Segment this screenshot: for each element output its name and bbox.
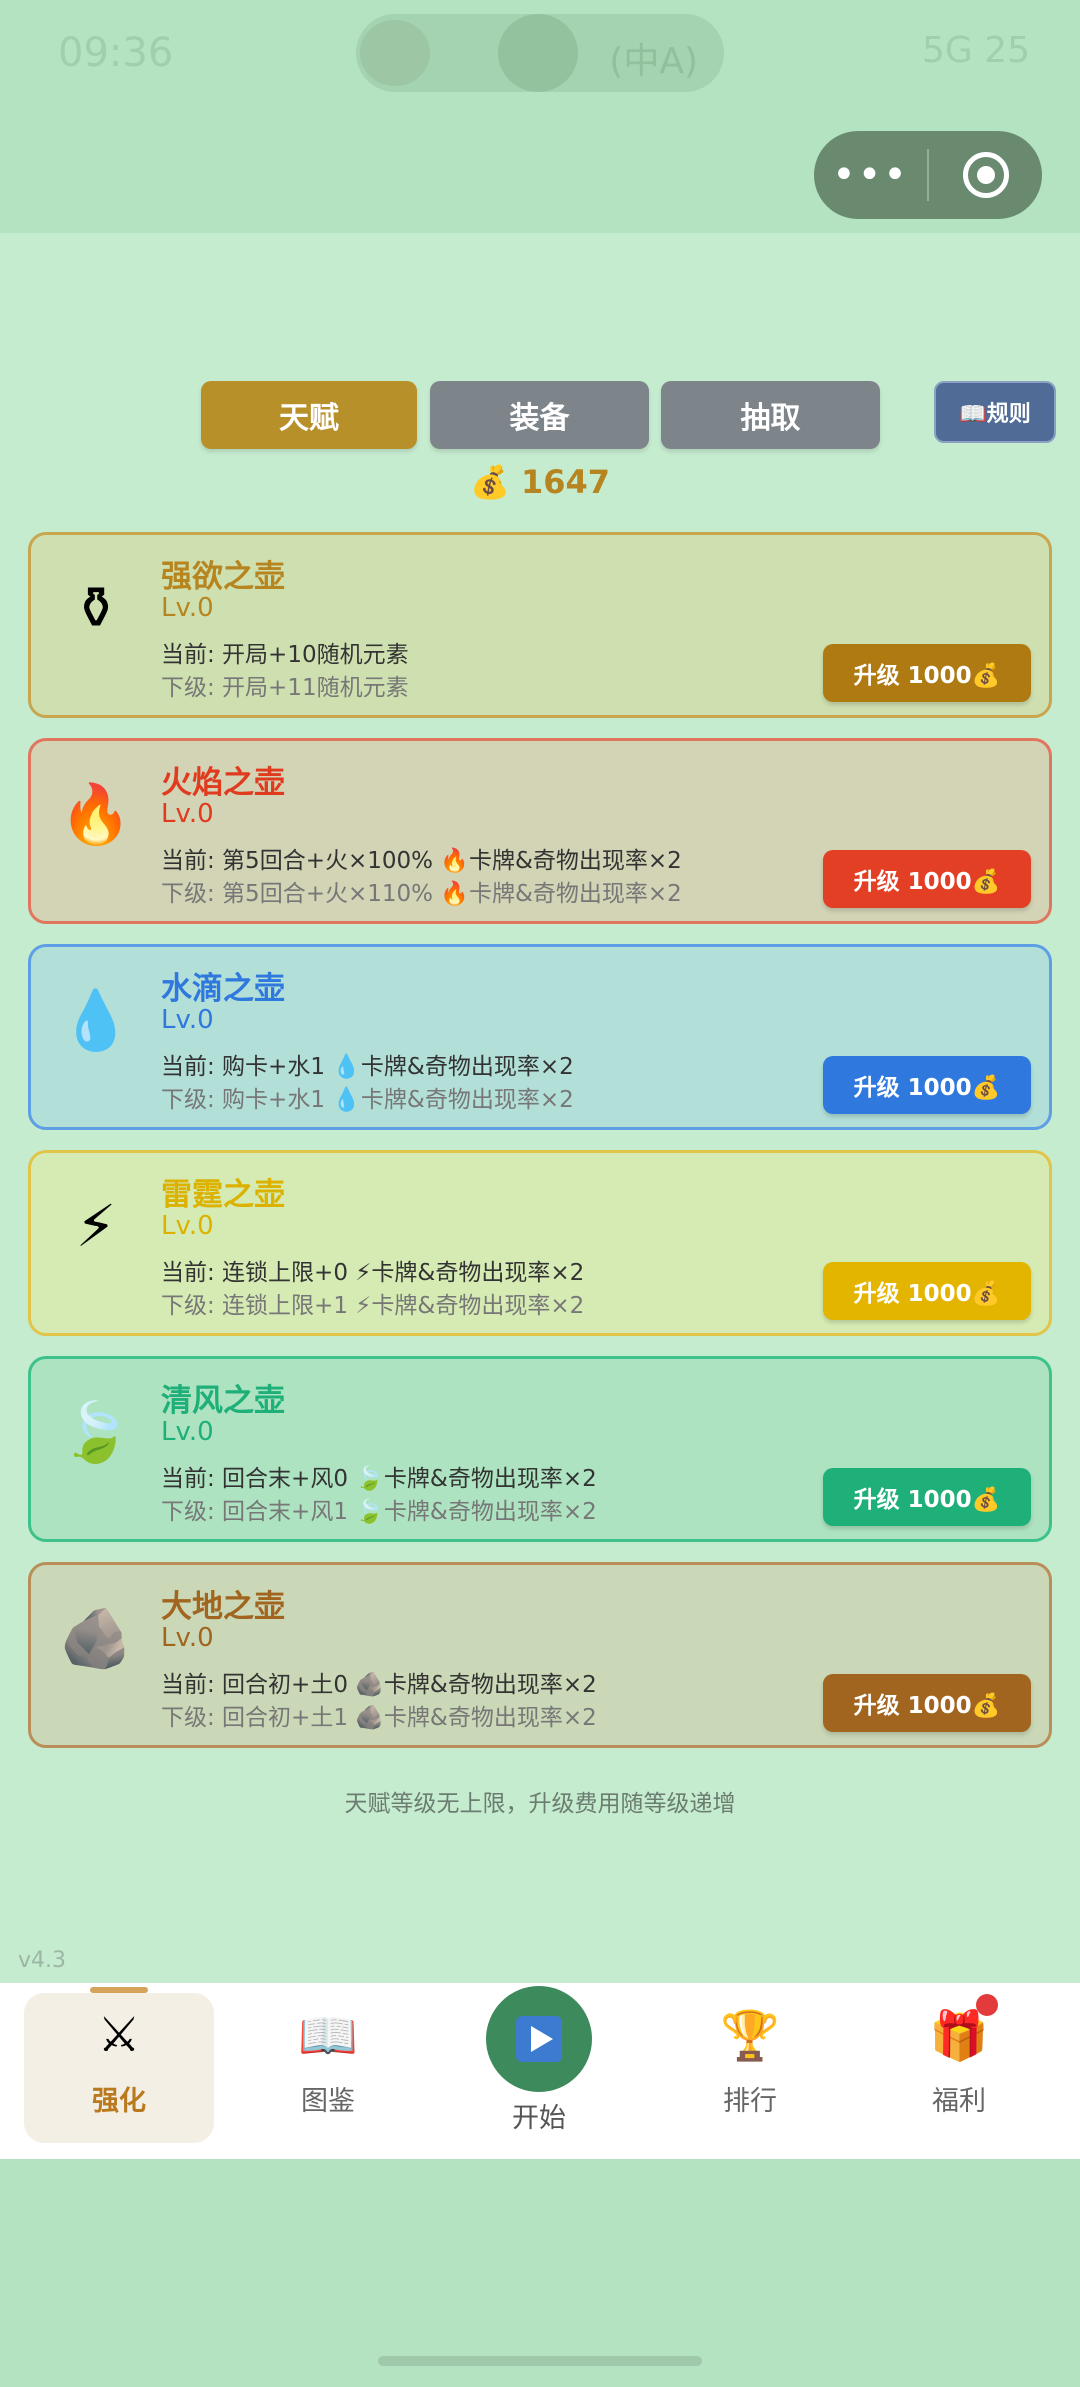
pill-text: (中A): [609, 41, 698, 82]
target-icon: [962, 152, 1009, 198]
nav-welfare[interactable]: 🎁 福利: [864, 1993, 1054, 2143]
version-label: v4.3: [18, 1948, 67, 1973]
card-current: 当前: 连锁上限+0 ⚡卡牌&奇物出现率×2: [161, 1260, 585, 1286]
status-indicators: 5G 25: [921, 30, 1030, 71]
rules-button[interactable]: 📖规则: [934, 381, 1056, 443]
gift-icon: 🎁: [929, 2007, 989, 2064]
coin-balance: 💰 1647: [469, 463, 611, 501]
card-level: Lv.0: [161, 799, 214, 829]
nav-label: 图鉴: [301, 2086, 355, 2117]
nav-enhance[interactable]: ⚔ 强化: [24, 1993, 214, 2143]
nav-label: 福利: [932, 2086, 986, 2117]
card-next: 下级: 开局+11随机元素: [161, 675, 409, 701]
footer-note: 天赋等级无上限，升级费用随等级递增: [344, 1791, 736, 1817]
top-pill: (中A): [356, 14, 724, 92]
nav-label: 强化: [92, 2086, 146, 2117]
card-level: Lv.0: [161, 1005, 214, 1035]
crossed-swords-icon: ⚔: [97, 2007, 141, 2063]
tab-draw[interactable]: 抽取: [661, 381, 880, 449]
more-button[interactable]: •••: [814, 152, 927, 198]
card-title: 雷霆之壶: [161, 1177, 285, 1213]
start-button[interactable]: [486, 1986, 592, 2092]
tab-talent[interactable]: 天赋: [201, 381, 417, 449]
talent-card-greed: ⚱ 强欲之壶 Lv.0 当前: 开局+10随机元素 下级: 开局+11随机元素 …: [28, 532, 1052, 718]
card-title: 大地之壶: [161, 1589, 285, 1625]
card-level: Lv.0: [161, 593, 214, 623]
card-current: 当前: 购卡+水1 💧卡牌&奇物出现率×2: [161, 1054, 574, 1080]
card-next: 下级: 回合初+土1 🪨卡牌&奇物出现率×2: [161, 1705, 597, 1731]
upgrade-button[interactable]: 升级 1000💰: [823, 1262, 1031, 1320]
card-current: 当前: 第5回合+火×100% 🔥卡牌&奇物出现率×2: [161, 848, 682, 874]
upgrade-button[interactable]: 升级 1000💰: [823, 1674, 1031, 1732]
home-indicator[interactable]: [378, 2356, 702, 2366]
card-level: Lv.0: [161, 1211, 214, 1241]
nav-codex[interactable]: 📖 图鉴: [233, 1993, 423, 2143]
card-title: 火焰之壶: [161, 765, 285, 801]
card-current: 当前: 回合初+土0 🪨卡牌&奇物出现率×2: [161, 1672, 597, 1698]
card-level: Lv.0: [161, 1417, 214, 1447]
card-next: 下级: 连锁上限+1 ⚡卡牌&奇物出现率×2: [161, 1293, 585, 1319]
card-next: 下级: 第5回合+火×110% 🔥卡牌&奇物出现率×2: [161, 881, 682, 907]
talent-card-earth: 🪨 大地之壶 Lv.0 当前: 回合初+土0 🪨卡牌&奇物出现率×2 下级: 回…: [28, 1562, 1052, 1748]
card-title: 水滴之壶: [161, 971, 285, 1007]
lightning-icon: ⚡: [75, 1192, 117, 1260]
water-drop-icon: 💧: [59, 985, 133, 1054]
card-next: 下级: 回合末+风1 🍃卡牌&奇物出现率×2: [161, 1499, 597, 1525]
avatar-icon: [360, 20, 430, 86]
notification-badge: [976, 1994, 998, 2016]
bottom-area: [0, 2159, 1080, 2387]
talent-card-thunder: ⚡ 雷霆之壶 Lv.0 当前: 连锁上限+0 ⚡卡牌&奇物出现率×2 下级: 连…: [28, 1150, 1052, 1336]
upgrade-button[interactable]: 升级 1000💰: [823, 1468, 1031, 1526]
tab-equipment[interactable]: 装备: [430, 381, 649, 449]
upgrade-button[interactable]: 升级 1000💰: [823, 1056, 1031, 1114]
circle-icon: [498, 14, 578, 92]
talent-card-fire: 🔥 火焰之壶 Lv.0 当前: 第5回合+火×100% 🔥卡牌&奇物出现率×2 …: [28, 738, 1052, 924]
play-icon: [516, 2016, 562, 2062]
upgrade-button[interactable]: 升级 1000💰: [823, 850, 1031, 908]
start-label: 开始: [512, 2103, 566, 2134]
trophy-icon: 🏆: [720, 2007, 780, 2064]
talent-card-wind: 🍃 清风之壶 Lv.0 当前: 回合末+风0 🍃卡牌&奇物出现率×2 下级: 回…: [28, 1356, 1052, 1542]
card-level: Lv.0: [161, 1623, 214, 1653]
jar-icon: ⚱: [71, 574, 121, 642]
card-next: 下级: 购卡+水1 💧卡牌&奇物出现率×2: [161, 1087, 574, 1113]
card-current: 当前: 回合末+风0 🍃卡牌&奇物出现率×2: [161, 1466, 597, 1492]
status-time: 09:36: [58, 30, 174, 76]
fire-icon: 🔥: [59, 779, 133, 848]
active-tab-indicator: [90, 1987, 148, 1993]
nav-rank[interactable]: 🏆 排行: [655, 1993, 845, 2143]
nav-label: 排行: [723, 2086, 777, 2117]
card-title: 清风之壶: [161, 1383, 285, 1419]
leaf-icon: 🍃: [59, 1397, 133, 1466]
card-current: 当前: 开局+10随机元素: [161, 642, 409, 668]
miniprogram-capsule: •••: [814, 131, 1042, 219]
book-icon: 📖: [298, 2007, 358, 2064]
close-button[interactable]: [929, 152, 1042, 198]
rock-icon: 🪨: [59, 1603, 133, 1672]
card-title: 强欲之壶: [161, 559, 285, 595]
talent-card-water: 💧 水滴之壶 Lv.0 当前: 购卡+水1 💧卡牌&奇物出现率×2 下级: 购卡…: [28, 944, 1052, 1130]
upgrade-button[interactable]: 升级 1000💰: [823, 644, 1031, 702]
